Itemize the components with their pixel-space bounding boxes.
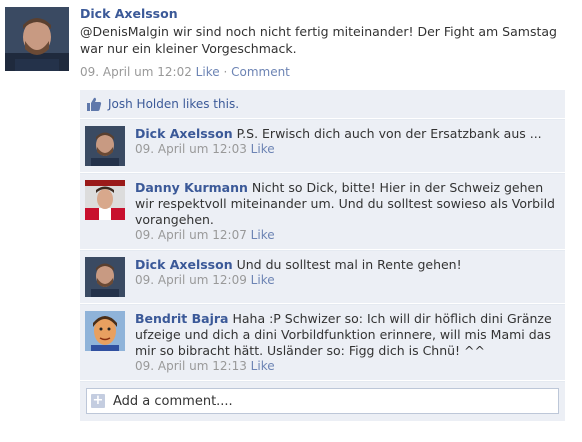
comment-item: Bendrit Bajra Haha :P Schwizer so: Ich w… <box>80 304 565 380</box>
likes-text[interactable]: Josh Holden likes this. <box>108 97 239 111</box>
comment-text: P.S. Erwisch dich auch von der Ersatzban… <box>236 126 542 141</box>
comment-like-link[interactable]: Like <box>251 273 275 287</box>
comment-item: Dick Axelsson Und du solltest mal in Ren… <box>80 250 565 303</box>
add-comment-row: + Add a comment.... <box>80 381 565 421</box>
comment-author-link[interactable]: Danny Kurmann <box>135 180 248 195</box>
plus-icon: + <box>91 393 105 408</box>
comment-timestamp[interactable]: 09. April um 12:13 <box>135 359 247 373</box>
post: Dick Axelsson @DenisMalgin wir sind noch… <box>80 6 575 57</box>
post-like-link[interactable]: Like <box>196 65 220 79</box>
post-author-avatar[interactable] <box>5 7 69 71</box>
feedback-section: Josh Holden likes this. Dick Axelsson P.… <box>80 90 565 421</box>
comment-timestamp[interactable]: 09. April um 12:09 <box>135 273 247 287</box>
comment-author-link[interactable]: Dick Axelsson <box>135 126 233 141</box>
post-author-link[interactable]: Dick Axelsson <box>80 6 575 21</box>
post-meta: 09. April um 12:02 Like · Comment <box>80 65 575 80</box>
comment-text: Und du solltest mal in Rente gehen! <box>236 257 462 272</box>
comment-author-link[interactable]: Bendrit Bajra <box>135 311 228 326</box>
add-comment-input[interactable]: + Add a comment.... <box>86 388 559 414</box>
commenter-avatar[interactable] <box>85 126 125 166</box>
comment-timestamp[interactable]: 09. April um 12:07 <box>135 228 247 242</box>
comment-like-link[interactable]: Like <box>251 359 275 373</box>
thumbs-up-icon <box>86 96 102 112</box>
post-comment-link[interactable]: Comment <box>231 65 290 79</box>
comment-author-link[interactable]: Dick Axelsson <box>135 257 233 272</box>
commenter-avatar[interactable] <box>85 311 125 351</box>
post-timestamp[interactable]: 09. April um 12:02 <box>80 65 192 79</box>
comment-like-link[interactable]: Like <box>251 228 275 242</box>
commenter-avatar[interactable] <box>85 180 125 220</box>
post-text: @DenisMalgin wir sind noch nicht fertig … <box>80 24 557 56</box>
likes-row: Josh Holden likes this. <box>80 90 565 118</box>
comment-timestamp[interactable]: 09. April um 12:03 <box>135 142 247 156</box>
commenter-avatar[interactable] <box>85 257 125 297</box>
comment-item: Dick Axelsson P.S. Erwisch dich auch von… <box>80 119 565 172</box>
meta-separator: · <box>223 65 228 79</box>
add-comment-label: Add a comment.... <box>113 393 233 409</box>
comment-item: Danny Kurmann Nicht so Dick, bitte! Hier… <box>80 173 565 249</box>
comment-like-link[interactable]: Like <box>251 142 275 156</box>
